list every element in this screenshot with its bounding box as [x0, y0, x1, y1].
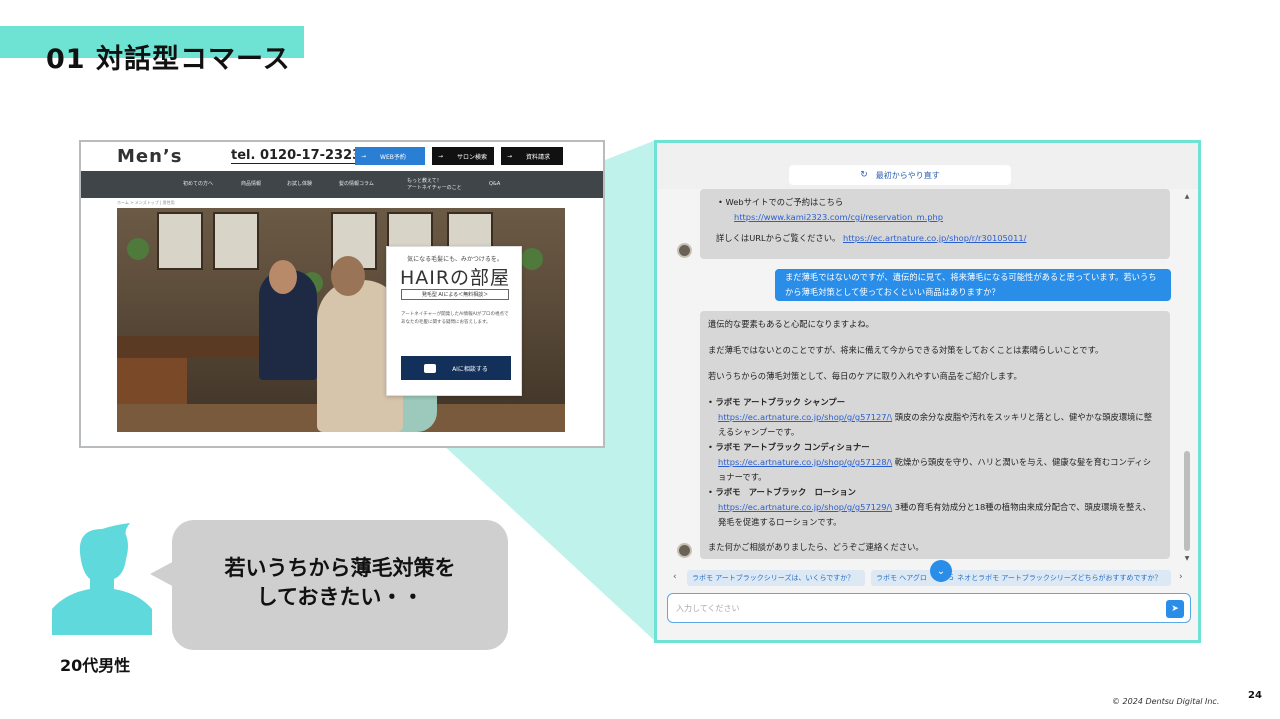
nav-item-trial[interactable]: お試し体験	[287, 171, 312, 198]
copyright: © 2024 Dentsu Digital Inc.	[1112, 697, 1220, 706]
site-tel[interactable]: tel. 0120-17-2323	[231, 148, 362, 164]
card-body: アートネイチャーが開発したAI情報AIがプロの視点であなたの毛髪に関する疑問にお…	[401, 312, 509, 325]
user-message: まだ薄毛ではないのですが、遺伝的に見て、将来薄毛になる可能性があると思っています…	[775, 269, 1171, 301]
refresh-icon: ↻	[860, 170, 868, 180]
restart-button[interactable]: ↻ 最初からやり直す	[789, 165, 1011, 185]
send-button[interactable]: ➤	[1166, 600, 1184, 618]
product-item: • ラボモ アートブラック シャンプー https://ec.artnature…	[708, 397, 1153, 437]
scroll-thumb[interactable]	[1184, 451, 1190, 551]
chat-scrollbar[interactable]: ▲ ▼	[1183, 193, 1191, 562]
ai-consult-card: 気になる毛髪にも、みかつけるを。 HAIRの部屋 発毛型 AIによる＜無料相談＞…	[386, 246, 522, 396]
product-link[interactable]: https://ec.artnature.co.jp/shop/g/g57129…	[718, 502, 892, 512]
scroll-to-bottom-button[interactable]: ⌄	[930, 560, 952, 582]
chat-input[interactable]	[676, 601, 1156, 616]
site-nav: 初めての方へ 商品情報 お試し体験 髪の情報コラム もっと教えて！ アートネイチ…	[81, 171, 603, 198]
speech-text: 若いうちから薄毛対策を しておきたい・・	[224, 556, 456, 609]
chat-icon	[424, 363, 437, 373]
card-tagline: 気になる毛髪にも、みかつけるを。	[407, 256, 503, 263]
website-screenshot: Men’s tel. 0120-17-2323 → WEB予約 → サロン検索 → 資…	[79, 140, 605, 448]
breadcrumb: ホーム > メンズトップ | 男性用	[117, 200, 175, 205]
nav-item-qa[interactable]: Q&A	[489, 171, 500, 198]
page-number: 24	[1248, 690, 1262, 701]
chevron-left-icon[interactable]: ‹	[673, 572, 677, 582]
ai-consult-button[interactable]: AIに相談する	[401, 356, 511, 380]
product-link[interactable]: https://ec.artnature.co.jp/shop/g/g57128…	[718, 457, 892, 467]
chat-header: ↻ 最初からやり直す	[657, 143, 1198, 189]
site-logo: Men’s	[117, 146, 183, 167]
nav-item-about[interactable]: もっと教えて！ アートネイチャーのこと	[407, 171, 469, 198]
reserve-link[interactable]: https://www.kami2323.com/cgi/reservation…	[734, 212, 943, 222]
suggestion-chip[interactable]: ラボモ アートブラックシリーズは、いくらですか？	[687, 570, 865, 586]
card-subtitle: 発毛型 AIによる＜無料相談＞	[401, 289, 509, 300]
card-title: HAIRの部屋	[399, 267, 511, 289]
suggestion-chip[interactable]: ラボモ ヘアグロ キシ５ ネオとラボモ アートブラックシリーズどちらがおすすめで…	[871, 570, 1171, 586]
bot-message: • Webサイトでのご予約はこちら https://www.kami2323.c…	[700, 189, 1170, 259]
bot-avatar	[677, 243, 692, 258]
suggestion-row: ‹ ラボモ アートブラックシリーズは、いくらですか？ ラボモ ヘアグロ キシ５ …	[671, 570, 1187, 586]
nav-item-products[interactable]: 商品情報	[241, 171, 261, 198]
persona-label: 20代男性	[60, 656, 131, 675]
chevron-down-icon: ⌄	[936, 565, 946, 577]
product-link[interactable]: https://ec.artnature.co.jp/shop/g/g57127…	[718, 412, 892, 422]
product-item: • ラボモ アートブラック コンディショナー https://ec.artnat…	[708, 442, 1152, 482]
reserve-text: Webサイトでのご予約はこちら	[725, 197, 844, 207]
arrow-icon: →	[438, 152, 444, 160]
bot-avatar	[677, 543, 692, 558]
chat-messages: • Webサイトでのご予約はこちら https://www.kami2323.c…	[657, 189, 1187, 565]
nav-item-column[interactable]: 髪の情報コラム	[339, 171, 374, 198]
salon-search-button[interactable]: → サロン検索	[432, 147, 494, 165]
web-reserve-button[interactable]: → WEB予約	[355, 147, 425, 165]
arrow-icon: →	[361, 152, 367, 160]
bot-message: 遺伝的な要素もあると心配になりますよね。 まだ薄毛ではないとのことですが、将来に…	[700, 311, 1170, 559]
brochure-button[interactable]: → 資料請求	[501, 147, 563, 165]
nav-item-first-time[interactable]: 初めての方へ	[183, 171, 213, 198]
site-header: Men’s tel. 0120-17-2323 → WEB予約 → サロン検索 → 資…	[81, 142, 603, 171]
scroll-down-icon[interactable]: ▼	[1183, 555, 1191, 562]
send-icon: ➤	[1171, 604, 1179, 614]
chat-input-box: ➤	[667, 593, 1191, 623]
scroll-up-icon[interactable]: ▲	[1183, 193, 1191, 200]
chevron-right-icon[interactable]: ›	[1179, 572, 1183, 582]
product-list: • ラボモ アートブラック シャンプー https://ec.artnature…	[708, 395, 1158, 530]
shop-link[interactable]: https://ec.artnature.co.jp/shop/r/r30105…	[843, 233, 1026, 243]
person-silhouette-icon	[52, 523, 152, 635]
chat-panel: ↻ 最初からやり直す • Webサイトでのご予約はこちら https://www…	[654, 140, 1201, 643]
product-item: • ラボモ アートブラック ローション https://ec.artnature…	[708, 487, 1151, 527]
arrow-icon: →	[507, 152, 513, 160]
slide: 01 対話型コマース Men’s tel. 0120-17-2323 → WEB予…	[0, 0, 1280, 719]
